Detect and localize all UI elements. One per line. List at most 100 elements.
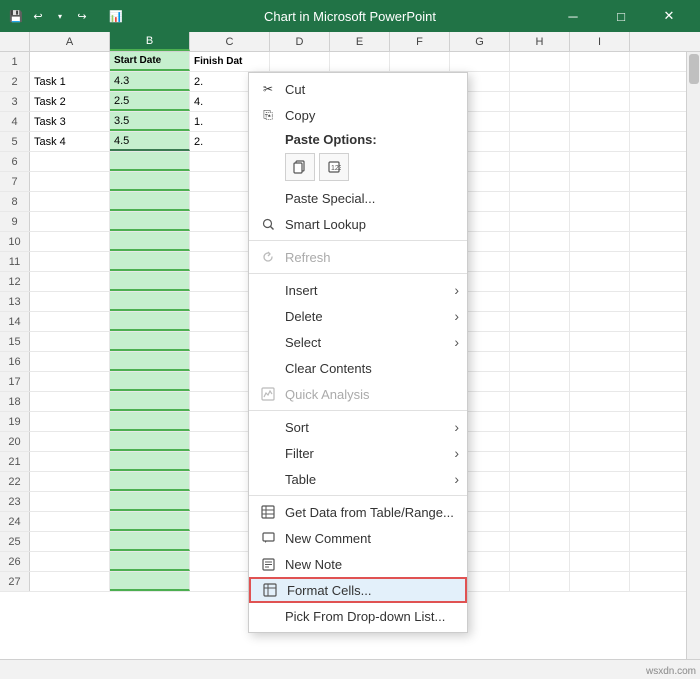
paste-special-icon — [259, 189, 277, 207]
filter-icon — [259, 444, 277, 462]
cell-b4[interactable]: 3.5 — [110, 112, 190, 131]
smart-lookup-icon — [259, 215, 277, 233]
menu-item-get-data[interactable]: Get Data from Table/Range... — [249, 499, 467, 525]
cell-b5[interactable]: 4.5 — [110, 132, 190, 151]
paste-icon-default[interactable] — [285, 153, 315, 181]
cell-i5[interactable] — [570, 132, 630, 151]
undo-icon[interactable]: ↩ — [30, 8, 46, 24]
delete-label: Delete — [285, 309, 323, 324]
sort-label: Sort — [285, 420, 309, 435]
paste-icons-row: 123 — [249, 149, 467, 185]
clear-contents-label: Clear Contents — [285, 361, 372, 376]
status-bar: wsxdn.com — [0, 659, 700, 679]
table-row: 1 Start Date Finish Dat — [0, 52, 700, 72]
menu-item-select[interactable]: Select — [249, 329, 467, 355]
menu-item-smart-lookup[interactable]: Smart Lookup — [249, 211, 467, 237]
col-header-e[interactable]: E — [330, 32, 390, 51]
cell-c1[interactable]: Finish Dat — [190, 52, 270, 71]
scrollbar-thumb[interactable] — [689, 54, 699, 84]
refresh-icon — [259, 248, 277, 266]
cell-h4[interactable] — [510, 112, 570, 131]
quick-analysis-label: Quick Analysis — [285, 387, 370, 402]
row-num: 8 — [0, 192, 30, 211]
cell-i1[interactable] — [570, 52, 630, 71]
col-header-g[interactable]: G — [450, 32, 510, 51]
cell-d1[interactable] — [270, 52, 330, 71]
row-num: 26 — [0, 552, 30, 571]
row-num: 20 — [0, 432, 30, 451]
save-icon[interactable]: 💾 — [8, 8, 24, 24]
cell-f1[interactable] — [390, 52, 450, 71]
cell-h5[interactable] — [510, 132, 570, 151]
cell-a1[interactable] — [30, 52, 110, 71]
cell-a2[interactable]: Task 1 — [30, 72, 110, 91]
clear-icon — [259, 359, 277, 377]
cell-a3[interactable]: Task 2 — [30, 92, 110, 111]
row-num: 15 — [0, 332, 30, 351]
menu-item-quick-analysis: Quick Analysis — [249, 381, 467, 407]
row-num-4: 4 — [0, 112, 30, 131]
watermark-text: wsxdn.com — [646, 666, 696, 677]
new-note-icon — [259, 555, 277, 573]
menu-item-refresh: Refresh — [249, 244, 467, 270]
table-icon — [259, 470, 277, 488]
separator-1 — [249, 240, 467, 241]
menu-item-delete[interactable]: Delete — [249, 303, 467, 329]
cell-g1[interactable] — [450, 52, 510, 71]
cell-a4[interactable]: Task 3 — [30, 112, 110, 131]
menu-item-sort[interactable]: Sort — [249, 414, 467, 440]
col-header-c[interactable]: C — [190, 32, 270, 51]
col-header-f[interactable]: F — [390, 32, 450, 51]
row-num: 18 — [0, 392, 30, 411]
menu-item-pick-dropdown[interactable]: Pick From Drop-down List... — [249, 603, 467, 629]
col-header-b[interactable]: B — [110, 32, 190, 51]
col-header-d[interactable]: D — [270, 32, 330, 51]
cell-b2[interactable]: 4.3 — [110, 72, 190, 91]
cell-h1[interactable] — [510, 52, 570, 71]
excel-icon: 📊 — [108, 8, 124, 24]
menu-item-cut[interactable]: ✂ Cut — [249, 76, 467, 102]
get-data-label: Get Data from Table/Range... — [285, 505, 454, 520]
cut-icon: ✂ — [259, 80, 277, 98]
col-header-i[interactable]: I — [570, 32, 630, 51]
menu-item-filter[interactable]: Filter — [249, 440, 467, 466]
spreadsheet-area: A B C D E F G H I 1 Start Date Finish Da… — [0, 32, 700, 679]
menu-item-insert[interactable]: Insert — [249, 277, 467, 303]
copy-label: Copy — [285, 108, 315, 123]
redo-icon[interactable]: ↪ — [74, 8, 90, 24]
minimize-button[interactable]: ─ — [550, 0, 596, 32]
col-header-h[interactable]: H — [510, 32, 570, 51]
menu-item-format-cells[interactable]: Format Cells... — [249, 577, 467, 603]
cell-b1[interactable]: Start Date — [110, 52, 190, 71]
menu-item-copy[interactable]: ⎘ Copy — [249, 102, 467, 128]
cell-h2[interactable] — [510, 72, 570, 91]
row-num: 13 — [0, 292, 30, 311]
menu-item-new-note[interactable]: New Note — [249, 551, 467, 577]
row-num: 12 — [0, 272, 30, 291]
cut-label: Cut — [285, 82, 305, 97]
col-header-a[interactable]: A — [30, 32, 110, 51]
cell-i3[interactable] — [570, 92, 630, 111]
vertical-scrollbar[interactable] — [686, 52, 700, 659]
undo-arrow-icon[interactable]: ▾ — [52, 8, 68, 24]
menu-item-clear-contents[interactable]: Clear Contents — [249, 355, 467, 381]
maximize-button[interactable]: □ — [598, 0, 644, 32]
cell-a5[interactable]: Task 4 — [30, 132, 110, 151]
cell-i2[interactable] — [570, 72, 630, 91]
cell-b3[interactable]: 2.5 — [110, 92, 190, 111]
menu-item-new-comment[interactable]: New Comment — [249, 525, 467, 551]
row-num: 10 — [0, 232, 30, 251]
select-icon — [259, 333, 277, 351]
delete-icon — [259, 307, 277, 325]
row-num-1: 1 — [0, 52, 30, 71]
paste-icon-values[interactable]: 123 — [319, 153, 349, 181]
cell-i4[interactable] — [570, 112, 630, 131]
cell-e1[interactable] — [330, 52, 390, 71]
row-num: 24 — [0, 512, 30, 531]
quick-analysis-icon — [259, 385, 277, 403]
menu-item-paste-special[interactable]: Paste Special... — [249, 185, 467, 211]
cell-h3[interactable] — [510, 92, 570, 111]
close-button[interactable]: ✕ — [646, 0, 692, 32]
row-num-2: 2 — [0, 72, 30, 91]
menu-item-table[interactable]: Table — [249, 466, 467, 492]
